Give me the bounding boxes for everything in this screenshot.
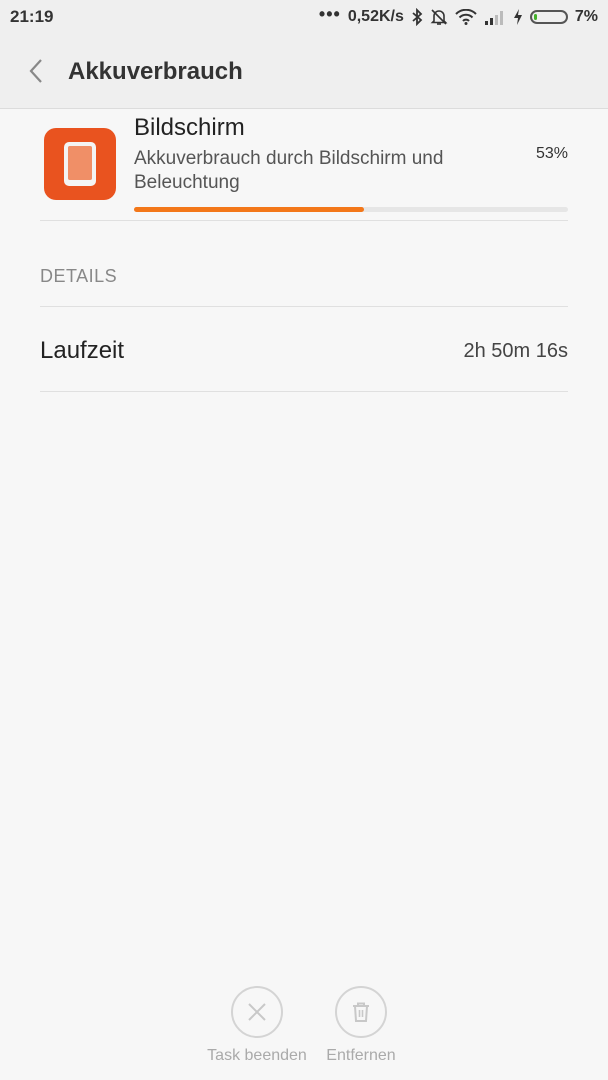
bottom-actions: Task beenden Entfernen bbox=[0, 986, 608, 1080]
net-speed: 0,52K/s bbox=[347, 8, 404, 25]
task-beenden-button[interactable]: Task beenden bbox=[197, 986, 317, 1065]
usage-item-description: Akkuverbrauch durch Bildschirm und Beleu… bbox=[134, 148, 444, 193]
charging-icon bbox=[513, 9, 522, 25]
close-icon bbox=[248, 1003, 266, 1021]
chevron-left-icon bbox=[29, 59, 42, 83]
more-dots: ••• bbox=[318, 4, 341, 24]
back-button[interactable] bbox=[22, 56, 52, 86]
app-bar: Akkuverbrauch bbox=[0, 34, 608, 109]
battery-percent: 7% bbox=[574, 8, 598, 25]
detail-row-label: Laufzeit bbox=[40, 337, 125, 364]
battery-icon bbox=[529, 10, 568, 24]
detail-row-value: 2h 50m 16s bbox=[463, 340, 568, 362]
task-beenden-label: Task beenden bbox=[207, 1047, 307, 1064]
signal-icon bbox=[484, 11, 503, 25]
bluetooth-icon bbox=[412, 8, 423, 26]
page-title: Akkuverbrauch bbox=[68, 58, 243, 85]
wifi-icon bbox=[455, 9, 477, 25]
status-time: 21:19 bbox=[10, 7, 54, 26]
details-section-title: DETAILS bbox=[40, 266, 118, 286]
trash-icon bbox=[353, 1002, 369, 1022]
usage-progress-bar bbox=[134, 207, 568, 212]
entfernen-circle bbox=[335, 986, 387, 1038]
usage-progress-fill bbox=[134, 207, 365, 212]
entfernen-label: Entfernen bbox=[326, 1047, 396, 1064]
status-icons: ••• 0,52K/s 7% bbox=[318, 4, 598, 28]
detail-row-runtime: Laufzeit 2h 50m 16s bbox=[40, 306, 568, 392]
usage-item-title: Bildschirm bbox=[134, 114, 245, 141]
usage-percent: 53% bbox=[535, 145, 568, 162]
entfernen-button[interactable]: Entfernen bbox=[301, 986, 421, 1065]
notifications-off-icon bbox=[430, 9, 448, 25]
usage-item: Bildschirm Akkuverbrauch durch Bildschir… bbox=[40, 110, 568, 221]
phone-screen-icon bbox=[44, 128, 116, 200]
task-beenden-circle bbox=[231, 986, 283, 1038]
status-bar: 21:19 ••• 0,52K/s 7% bbox=[0, 0, 608, 34]
